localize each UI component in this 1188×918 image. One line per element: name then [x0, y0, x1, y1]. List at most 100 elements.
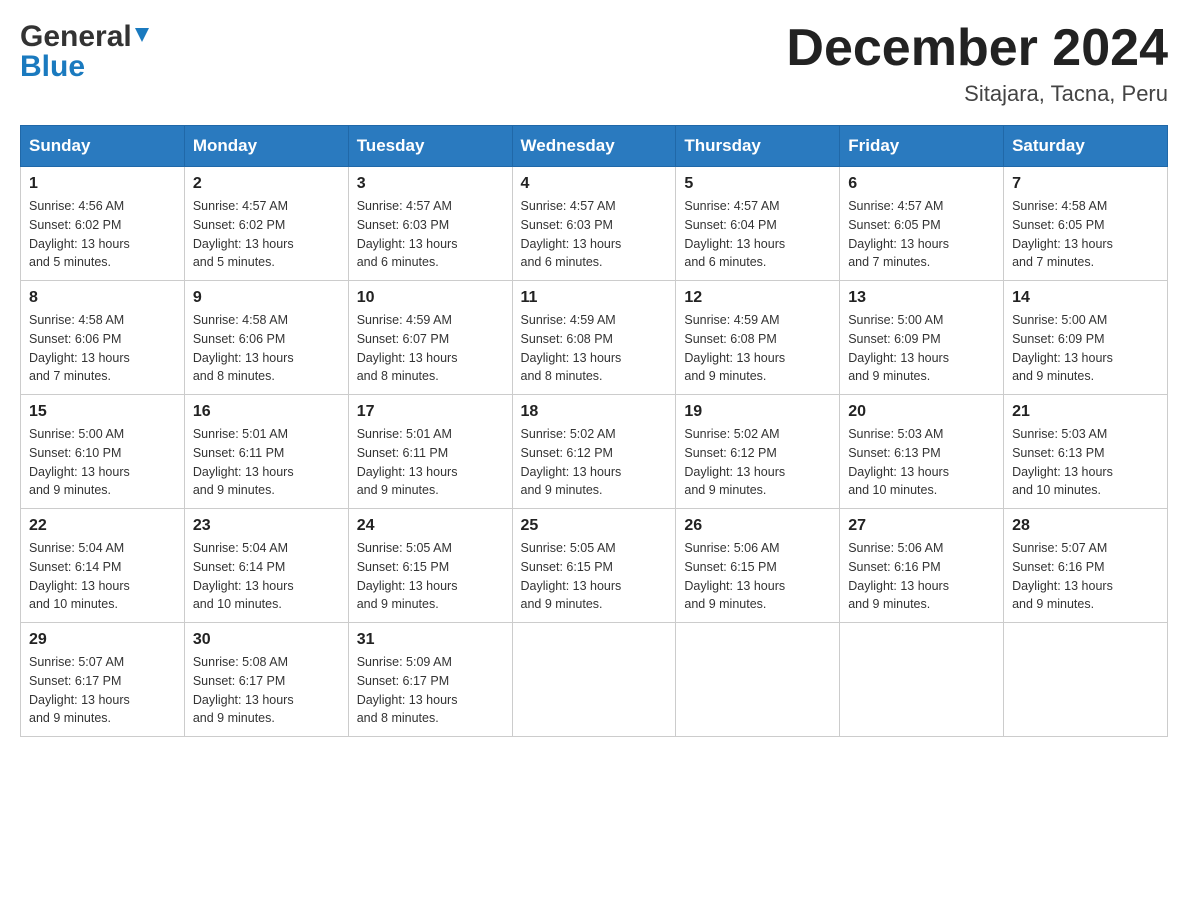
day-cell: 13 Sunrise: 5:00 AM Sunset: 6:09 PM Dayl…: [840, 281, 1004, 395]
day-number: 19: [684, 403, 831, 421]
day-info: Sunrise: 4:58 AM Sunset: 6:06 PM Dayligh…: [193, 311, 340, 386]
day-number: 18: [521, 403, 668, 421]
weekday-header-tuesday: Tuesday: [348, 126, 512, 167]
day-number: 3: [357, 175, 504, 193]
day-number: 8: [29, 289, 176, 307]
day-cell: 1 Sunrise: 4:56 AM Sunset: 6:02 PM Dayli…: [21, 167, 185, 281]
day-number: 1: [29, 175, 176, 193]
title-area: December 2024 Sitajara, Tacna, Peru: [786, 20, 1168, 107]
day-info: Sunrise: 5:01 AM Sunset: 6:11 PM Dayligh…: [357, 425, 504, 500]
day-info: Sunrise: 5:04 AM Sunset: 6:14 PM Dayligh…: [29, 539, 176, 614]
day-info: Sunrise: 5:03 AM Sunset: 6:13 PM Dayligh…: [1012, 425, 1159, 500]
day-cell: 16 Sunrise: 5:01 AM Sunset: 6:11 PM Dayl…: [184, 395, 348, 509]
day-info: Sunrise: 5:01 AM Sunset: 6:11 PM Dayligh…: [193, 425, 340, 500]
day-info: Sunrise: 4:59 AM Sunset: 6:08 PM Dayligh…: [521, 311, 668, 386]
page-header: General Blue December 2024 Sitajara, Tac…: [20, 20, 1168, 107]
day-number: 11: [521, 289, 668, 307]
day-number: 26: [684, 517, 831, 535]
weekday-header-monday: Monday: [184, 126, 348, 167]
day-info: Sunrise: 4:58 AM Sunset: 6:05 PM Dayligh…: [1012, 197, 1159, 272]
day-cell: 15 Sunrise: 5:00 AM Sunset: 6:10 PM Dayl…: [21, 395, 185, 509]
day-cell: 11 Sunrise: 4:59 AM Sunset: 6:08 PM Dayl…: [512, 281, 676, 395]
day-number: 17: [357, 403, 504, 421]
day-cell: 14 Sunrise: 5:00 AM Sunset: 6:09 PM Dayl…: [1004, 281, 1168, 395]
day-number: 22: [29, 517, 176, 535]
day-number: 4: [521, 175, 668, 193]
day-info: Sunrise: 4:59 AM Sunset: 6:07 PM Dayligh…: [357, 311, 504, 386]
week-row-2: 8 Sunrise: 4:58 AM Sunset: 6:06 PM Dayli…: [21, 281, 1168, 395]
day-cell: 8 Sunrise: 4:58 AM Sunset: 6:06 PM Dayli…: [21, 281, 185, 395]
day-cell: 27 Sunrise: 5:06 AM Sunset: 6:16 PM Dayl…: [840, 509, 1004, 623]
day-info: Sunrise: 4:57 AM Sunset: 6:03 PM Dayligh…: [357, 197, 504, 272]
day-cell: 2 Sunrise: 4:57 AM Sunset: 6:02 PM Dayli…: [184, 167, 348, 281]
day-number: 16: [193, 403, 340, 421]
day-cell: 6 Sunrise: 4:57 AM Sunset: 6:05 PM Dayli…: [840, 167, 1004, 281]
day-cell: 7 Sunrise: 4:58 AM Sunset: 6:05 PM Dayli…: [1004, 167, 1168, 281]
day-cell: 10 Sunrise: 4:59 AM Sunset: 6:07 PM Dayl…: [348, 281, 512, 395]
day-info: Sunrise: 5:05 AM Sunset: 6:15 PM Dayligh…: [521, 539, 668, 614]
day-number: 29: [29, 631, 176, 649]
day-cell: 24 Sunrise: 5:05 AM Sunset: 6:15 PM Dayl…: [348, 509, 512, 623]
day-number: 27: [848, 517, 995, 535]
day-info: Sunrise: 5:04 AM Sunset: 6:14 PM Dayligh…: [193, 539, 340, 614]
weekday-header-friday: Friday: [840, 126, 1004, 167]
day-info: Sunrise: 5:08 AM Sunset: 6:17 PM Dayligh…: [193, 653, 340, 728]
weekday-header-wednesday: Wednesday: [512, 126, 676, 167]
day-number: 2: [193, 175, 340, 193]
calendar-subtitle: Sitajara, Tacna, Peru: [786, 81, 1168, 107]
day-cell: 12 Sunrise: 4:59 AM Sunset: 6:08 PM Dayl…: [676, 281, 840, 395]
day-number: 25: [521, 517, 668, 535]
day-cell: 5 Sunrise: 4:57 AM Sunset: 6:04 PM Dayli…: [676, 167, 840, 281]
day-cell: 21 Sunrise: 5:03 AM Sunset: 6:13 PM Dayl…: [1004, 395, 1168, 509]
day-cell: [676, 623, 840, 737]
weekday-header-saturday: Saturday: [1004, 126, 1168, 167]
day-number: 5: [684, 175, 831, 193]
day-info: Sunrise: 4:57 AM Sunset: 6:02 PM Dayligh…: [193, 197, 340, 272]
day-info: Sunrise: 5:00 AM Sunset: 6:09 PM Dayligh…: [848, 311, 995, 386]
day-cell: 9 Sunrise: 4:58 AM Sunset: 6:06 PM Dayli…: [184, 281, 348, 395]
day-info: Sunrise: 5:07 AM Sunset: 6:16 PM Dayligh…: [1012, 539, 1159, 614]
day-number: 30: [193, 631, 340, 649]
day-number: 7: [1012, 175, 1159, 193]
week-row-4: 22 Sunrise: 5:04 AM Sunset: 6:14 PM Dayl…: [21, 509, 1168, 623]
weekday-header-thursday: Thursday: [676, 126, 840, 167]
day-number: 12: [684, 289, 831, 307]
day-number: 28: [1012, 517, 1159, 535]
day-info: Sunrise: 4:58 AM Sunset: 6:06 PM Dayligh…: [29, 311, 176, 386]
day-cell: 17 Sunrise: 5:01 AM Sunset: 6:11 PM Dayl…: [348, 395, 512, 509]
day-cell: [1004, 623, 1168, 737]
day-cell: 26 Sunrise: 5:06 AM Sunset: 6:15 PM Dayl…: [676, 509, 840, 623]
day-info: Sunrise: 5:09 AM Sunset: 6:17 PM Dayligh…: [357, 653, 504, 728]
day-info: Sunrise: 5:00 AM Sunset: 6:09 PM Dayligh…: [1012, 311, 1159, 386]
weekday-header-row: SundayMondayTuesdayWednesdayThursdayFrid…: [21, 126, 1168, 167]
day-cell: [840, 623, 1004, 737]
day-info: Sunrise: 5:02 AM Sunset: 6:12 PM Dayligh…: [684, 425, 831, 500]
day-cell: 30 Sunrise: 5:08 AM Sunset: 6:17 PM Dayl…: [184, 623, 348, 737]
day-number: 6: [848, 175, 995, 193]
day-info: Sunrise: 5:05 AM Sunset: 6:15 PM Dayligh…: [357, 539, 504, 614]
day-number: 23: [193, 517, 340, 535]
day-cell: 18 Sunrise: 5:02 AM Sunset: 6:12 PM Dayl…: [512, 395, 676, 509]
day-info: Sunrise: 5:03 AM Sunset: 6:13 PM Dayligh…: [848, 425, 995, 500]
day-cell: 28 Sunrise: 5:07 AM Sunset: 6:16 PM Dayl…: [1004, 509, 1168, 623]
day-number: 24: [357, 517, 504, 535]
day-info: Sunrise: 5:06 AM Sunset: 6:15 PM Dayligh…: [684, 539, 831, 614]
week-row-5: 29 Sunrise: 5:07 AM Sunset: 6:17 PM Dayl…: [21, 623, 1168, 737]
day-cell: 23 Sunrise: 5:04 AM Sunset: 6:14 PM Dayl…: [184, 509, 348, 623]
day-number: 13: [848, 289, 995, 307]
calendar-title: December 2024: [786, 20, 1168, 77]
day-cell: 31 Sunrise: 5:09 AM Sunset: 6:17 PM Dayl…: [348, 623, 512, 737]
day-cell: 25 Sunrise: 5:05 AM Sunset: 6:15 PM Dayl…: [512, 509, 676, 623]
day-number: 21: [1012, 403, 1159, 421]
day-info: Sunrise: 5:06 AM Sunset: 6:16 PM Dayligh…: [848, 539, 995, 614]
day-info: Sunrise: 5:00 AM Sunset: 6:10 PM Dayligh…: [29, 425, 176, 500]
logo-blue: Blue: [20, 50, 85, 84]
day-cell: 3 Sunrise: 4:57 AM Sunset: 6:03 PM Dayli…: [348, 167, 512, 281]
day-cell: [512, 623, 676, 737]
logo-general: General: [20, 20, 132, 54]
day-cell: 20 Sunrise: 5:03 AM Sunset: 6:13 PM Dayl…: [840, 395, 1004, 509]
day-info: Sunrise: 4:57 AM Sunset: 6:04 PM Dayligh…: [684, 197, 831, 272]
day-info: Sunrise: 5:02 AM Sunset: 6:12 PM Dayligh…: [521, 425, 668, 500]
day-number: 9: [193, 289, 340, 307]
day-number: 15: [29, 403, 176, 421]
